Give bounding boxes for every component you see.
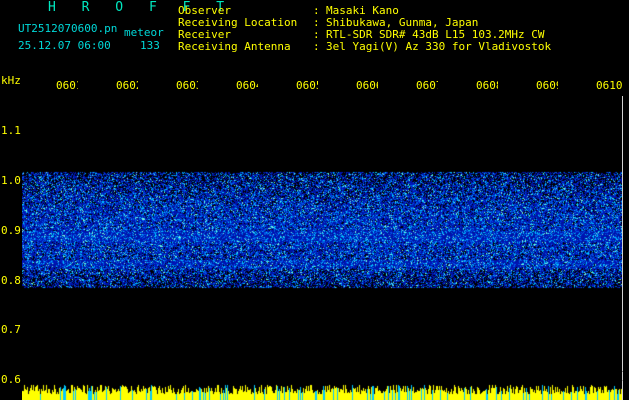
- time-tick: 0606: [356, 80, 378, 92]
- info-label-antenna: Receiving Antenna: [178, 40, 291, 53]
- spectrogram-canvas: [22, 96, 622, 400]
- time-tick: 0604: [236, 80, 258, 92]
- freq-tick: 1.1: [1, 124, 21, 137]
- time-tick: 0603: [176, 80, 198, 92]
- info-value-antenna: 3el Yagi(V) Az 330 for Vladivostok: [326, 40, 552, 53]
- time-tick: 0608: [476, 80, 498, 92]
- freq-tick: 1.0: [1, 174, 21, 187]
- filename-label: UT2512070600.pn: [18, 22, 118, 35]
- meteor-label: meteor: [124, 26, 164, 39]
- time-tick: 0610: [596, 80, 623, 92]
- freq-tick: 0.6: [1, 373, 21, 386]
- time-tick: 0602: [116, 80, 138, 92]
- spectrogram-window: H R O F F T UT2512070600.pn meteor 25.12…: [0, 0, 629, 400]
- axis-unit-label: kHz: [1, 74, 21, 87]
- plot-right-border: [622, 96, 623, 400]
- time-tick: 0609: [536, 80, 558, 92]
- meteor-count: 133: [140, 39, 160, 52]
- time-tick: 0607: [416, 80, 438, 92]
- freq-tick: 0.9: [1, 224, 21, 237]
- datetime-label: 25.12.07 06:00: [18, 39, 111, 52]
- freq-tick: 0.7: [1, 323, 21, 336]
- info-separator: :: [313, 40, 320, 53]
- time-tick: 0601: [56, 80, 78, 92]
- time-tick: 0605: [296, 80, 318, 92]
- freq-tick: 0.8: [1, 274, 21, 287]
